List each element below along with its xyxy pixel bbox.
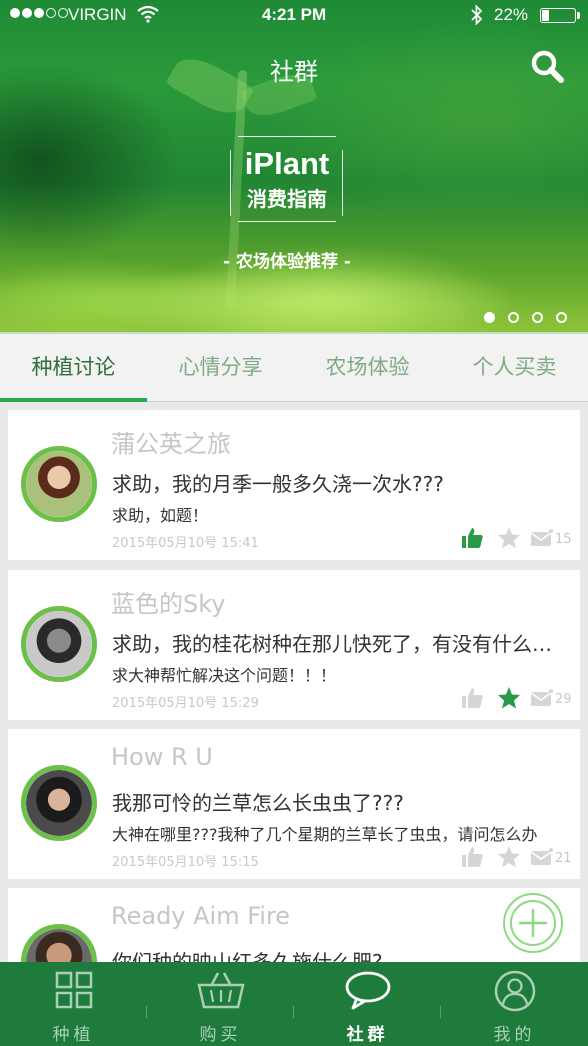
- bluetooth-icon: [470, 4, 484, 31]
- avatar[interactable]: [21, 606, 97, 682]
- bottom-tab-me[interactable]: 我的: [441, 962, 588, 1046]
- tab-personal-trade[interactable]: 个人买卖: [441, 334, 588, 400]
- bottom-tab-label: 种植: [52, 1025, 95, 1045]
- add-post-button[interactable]: [503, 893, 563, 953]
- post-title[interactable]: 求助，我的桂花树种在那儿快死了，有没有什么办法: [112, 628, 564, 657]
- post-username[interactable]: Ready Aim Fire: [111, 902, 290, 930]
- star-icon[interactable]: [497, 526, 521, 550]
- bottom-tab-community[interactable]: 社群: [294, 962, 441, 1046]
- user-icon: [494, 970, 536, 1016]
- comment-count: 21: [555, 851, 572, 866]
- battery-icon: [540, 8, 576, 23]
- comment-count: 29: [555, 692, 572, 707]
- status-bar: VIRGIN 4:21 PM 22%: [0, 0, 588, 30]
- category-tabs: 种植讨论 心情分享 农场体验 个人买卖: [0, 332, 588, 402]
- basket-icon: [196, 970, 246, 1014]
- promo-frame-bottom: [238, 221, 336, 222]
- star-icon[interactable]: [497, 686, 521, 710]
- bottom-tab-label: 购买: [199, 1025, 242, 1045]
- comment-icon[interactable]: [530, 847, 554, 871]
- post-body: 求大神帮忙解决这个问题！！！: [112, 666, 337, 685]
- promo-brand: iPlant: [244, 146, 330, 181]
- thumbs-up-icon[interactable]: [460, 686, 484, 710]
- post-body: 求助，如题！: [112, 506, 209, 525]
- post-date: 2015年05月10号 15:15: [112, 855, 259, 870]
- comment-icon[interactable]: [530, 528, 554, 552]
- banner[interactable]: VIRGIN 4:21 PM 22% 社群 iPlant 消费指南 - 农场体验…: [0, 0, 588, 332]
- post-title[interactable]: 你们种的映山红多久施什么肥?: [112, 946, 564, 962]
- pager-dot[interactable]: [508, 312, 519, 323]
- comment-count: 15: [555, 532, 572, 547]
- battery-level: [542, 10, 549, 21]
- tab-planting-discussion[interactable]: 种植讨论: [0, 334, 147, 400]
- pager-dot[interactable]: [532, 312, 543, 323]
- battery-percent: 22%: [494, 5, 529, 24]
- post-username[interactable]: How R U: [111, 743, 213, 771]
- star-icon[interactable]: [497, 845, 521, 869]
- promo-frame-top: [238, 136, 336, 137]
- promo-subtitle: 消费指南: [247, 187, 327, 211]
- promo-tagline: - 农场体验推荐 -: [223, 252, 351, 272]
- post-date: 2015年05月10号 15:41: [112, 536, 259, 551]
- pager-dot[interactable]: [556, 312, 567, 323]
- thumbs-up-icon[interactable]: [460, 526, 484, 550]
- avatar[interactable]: [21, 446, 97, 522]
- comment-icon[interactable]: [530, 688, 554, 712]
- grid-icon: [54, 970, 94, 1014]
- bottom-tab-label: 我的: [493, 1025, 536, 1045]
- bottom-tab-plant[interactable]: 种植: [0, 962, 147, 1046]
- post-date: 2015年05月10号 15:29: [112, 696, 259, 711]
- post-feed[interactable]: 蒲公英之旅 求助，我的月季一般多久浇一次水??? 求助，如题！ 2015年05月…: [0, 402, 588, 962]
- post-title[interactable]: 我那可怜的兰草怎么长虫虫了???: [112, 787, 564, 816]
- thumbs-up-icon[interactable]: [460, 845, 484, 869]
- chat-bubble-icon: [344, 970, 392, 1014]
- avatar[interactable]: [21, 765, 97, 841]
- post-card[interactable]: Ready Aim Fire 你们种的映山红多久施什么肥?: [8, 888, 580, 962]
- post-card[interactable]: 蓝色的Sky 求助，我的桂花树种在那儿快死了，有没有什么办法 求大神帮忙解决这个…: [8, 570, 580, 720]
- post-body: 大神在哪里???我种了几个星期的兰草长了虫虫，请问怎么办: [112, 825, 538, 844]
- post-card[interactable]: 蒲公英之旅 求助，我的月季一般多久浇一次水??? 求助，如题！ 2015年05月…: [8, 410, 580, 560]
- tab-farm-experience[interactable]: 农场体验: [294, 334, 441, 400]
- search-icon[interactable]: [528, 48, 568, 88]
- bottom-tab-label: 社群: [346, 1025, 389, 1045]
- bottom-tab-buy[interactable]: 购买: [147, 962, 294, 1046]
- page-title: 社群: [270, 58, 318, 86]
- banner-pager: [484, 312, 567, 323]
- post-username[interactable]: 蓝色的Sky: [111, 584, 225, 619]
- avatar[interactable]: [21, 924, 97, 962]
- bottom-tab-bar: 种植 购买 社群 我的: [0, 962, 588, 1046]
- post-title[interactable]: 求助，我的月季一般多久浇一次水???: [112, 468, 564, 497]
- post-card[interactable]: How R U 我那可怜的兰草怎么长虫虫了??? 大神在哪里???我种了几个星期…: [8, 729, 580, 879]
- battery-tip: [577, 12, 580, 19]
- tab-mood-sharing[interactable]: 心情分享: [147, 334, 294, 400]
- pager-dot[interactable]: [484, 312, 495, 323]
- post-username[interactable]: 蒲公英之旅: [111, 424, 231, 459]
